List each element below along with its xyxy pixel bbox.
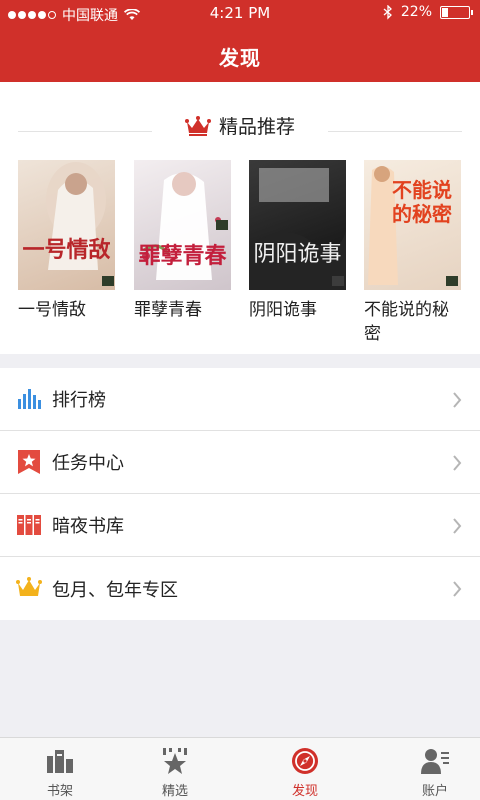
book-card[interactable]: 不能说的秘密 不能说的秘密 [364, 160, 464, 346]
star-icon [163, 748, 187, 774]
bar-chart-icon [18, 389, 41, 409]
battery-icon [440, 5, 473, 19]
book-cover[interactable]: 一号情敌 [18, 160, 115, 290]
tab-account[interactable]: 账户 [375, 738, 480, 800]
menu-label: 包月、包年专区 [52, 579, 178, 601]
menu-item-library[interactable]: 暗夜书库 [0, 494, 480, 557]
menu-item-tasks[interactable]: 任务中心 [0, 431, 480, 494]
menu-label: 任务中心 [52, 453, 124, 474]
page-title: 发现 [219, 46, 261, 70]
chevron-right-icon [453, 455, 462, 471]
menu-label: 排行榜 [52, 390, 106, 411]
book-cover[interactable]: 不能说的秘密 [364, 160, 461, 290]
cover-title: 罪孽青春 [138, 243, 227, 269]
bluetooth-icon [383, 4, 392, 20]
book-title[interactable]: 阴阳诡事 [249, 298, 349, 322]
tab-bar: 书架 精选 发现 账户 [0, 737, 480, 800]
books-icon [17, 515, 41, 535]
tab-featured[interactable]: 精选 [115, 738, 235, 800]
menu-item-vip[interactable]: 包月、包年专区 [0, 557, 480, 620]
battery-percent: 22% [400, 4, 432, 20]
chevron-right-icon [453, 581, 462, 597]
tab-label: 书架 [46, 784, 73, 799]
tab-bookshelf[interactable]: 书架 [0, 738, 120, 800]
crown-icon [184, 115, 211, 136]
cover-title: 一号情敌 [22, 237, 111, 263]
cover-title: 不能说的秘密 [392, 178, 452, 226]
book-title[interactable]: 罪孽青春 [134, 298, 234, 322]
menu-item-ranking[interactable]: 排行榜 [0, 368, 480, 431]
chevron-right-icon [453, 392, 462, 408]
menu-label: 暗夜书库 [52, 516, 124, 537]
tab-label: 发现 [291, 784, 318, 799]
book-card[interactable]: 罪孽青春 罪孽青春 [134, 160, 234, 322]
discover-menu: 排行榜 任务中心 暗夜书库 包月、包年专区 [0, 368, 480, 620]
status-bar: 中国联通 4:21 PM 22% [0, 0, 480, 26]
chevron-right-icon [453, 518, 462, 534]
tab-discover[interactable]: 发现 [245, 738, 365, 800]
bookmark-star-icon [18, 450, 40, 474]
book-card[interactable]: 阴阳诡事 阴阳诡事 [249, 160, 349, 322]
user-icon [421, 749, 449, 774]
book-title[interactable]: 不能说的秘密 [364, 298, 464, 346]
book-card[interactable]: 一号情敌 一号情敌 [18, 160, 118, 322]
tab-label: 精选 [161, 784, 188, 799]
cover-title: 阴阳诡事 [253, 242, 342, 267]
tab-label: 账户 [421, 784, 448, 799]
recommend-title: 精品推荐 [218, 116, 295, 138]
book-title[interactable]: 一号情敌 [18, 298, 118, 322]
crown-icon [16, 577, 42, 596]
book-cover[interactable]: 阴阳诡事 [249, 160, 346, 290]
recommend-header: 精品推荐 [0, 112, 480, 139]
bookshelf-icon [47, 750, 73, 773]
book-cover[interactable]: 罪孽青春 [134, 160, 231, 290]
top-bar: 中国联通 4:21 PM 22% 发现 [0, 0, 480, 82]
recommend-section: 精品推荐 一号情敌 一号情敌 罪孽青春 罪孽青春 阴阳诡事 阴阳诡事 不能说的秘… [0, 82, 480, 354]
compass-icon [292, 748, 318, 774]
